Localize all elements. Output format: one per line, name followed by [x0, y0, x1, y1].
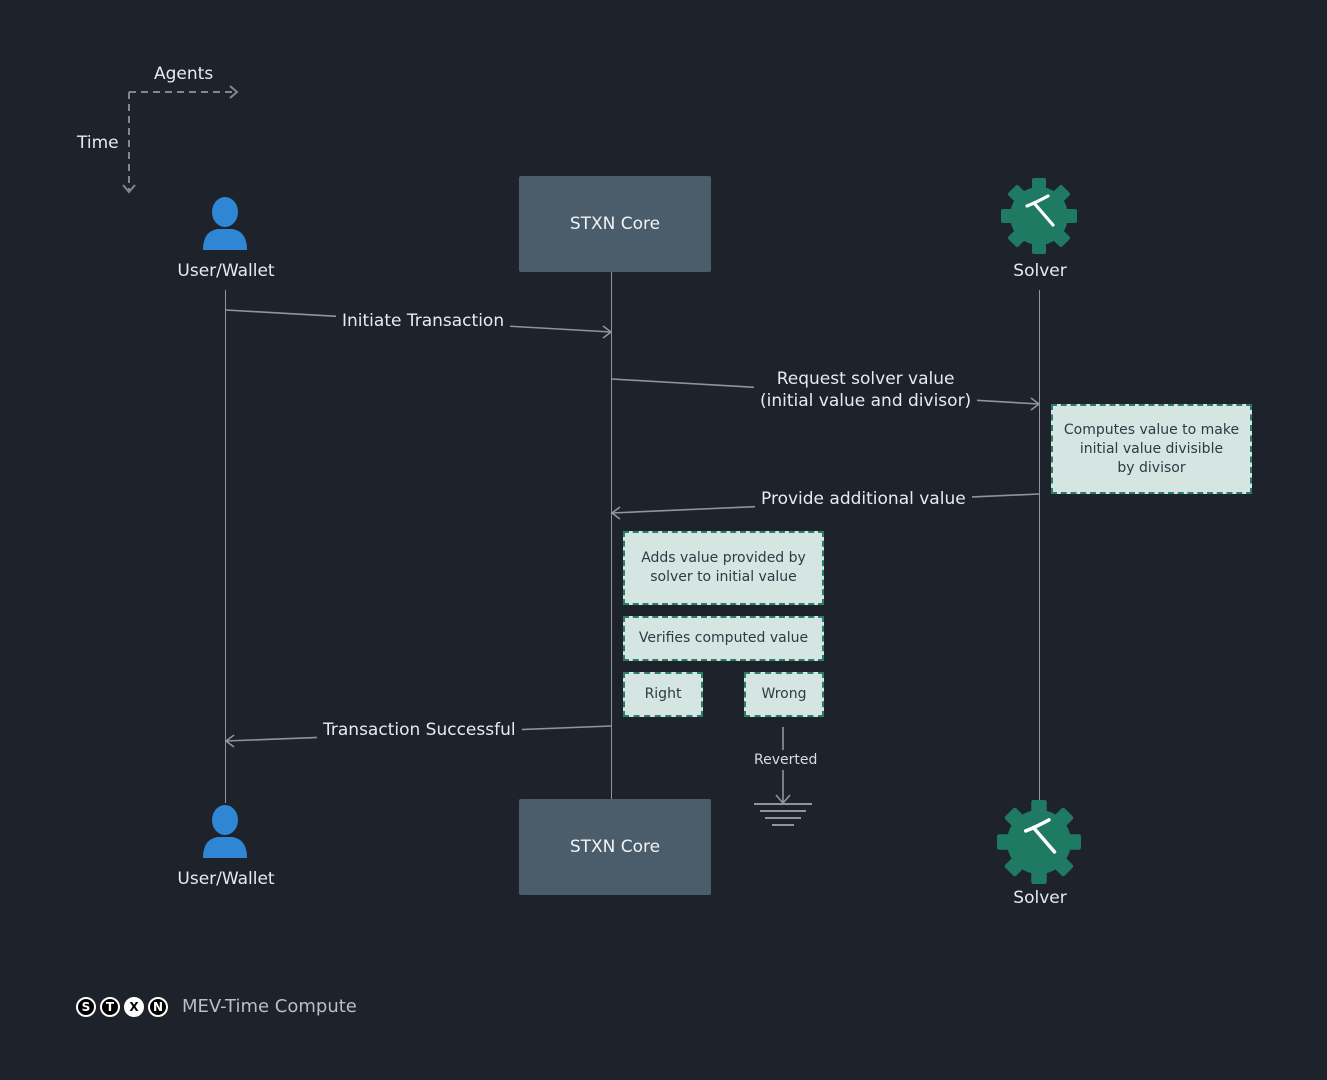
- note-line: by divisor: [1117, 459, 1186, 476]
- reverted-label: Reverted: [754, 750, 818, 770]
- logo-letter-x: X: [124, 996, 144, 1017]
- note-right: Right: [623, 672, 703, 717]
- message-line: (initial value and divisor): [760, 391, 972, 411]
- message-provide-additional-value: Provide additional value: [755, 488, 972, 510]
- axes-indicator: [122, 85, 239, 194]
- note-solver-computes: Computes value to make initial value div…: [1051, 404, 1252, 494]
- solver-actor-label-top: Solver: [1013, 261, 1067, 281]
- person-icon: [203, 197, 247, 250]
- user-actor-label-top: User/Wallet: [177, 261, 275, 281]
- footer-brand: S T X N MEV-Time Compute: [76, 996, 357, 1017]
- message-transaction-successful: Transaction Successful: [317, 719, 522, 741]
- note-wrong: Wrong: [744, 672, 824, 717]
- logo-letter-s: S: [76, 996, 96, 1017]
- note-verifies: Verifies computed value: [623, 616, 824, 661]
- gear-pickaxe-icon: [997, 800, 1081, 884]
- note-core-adds-value: Adds value provided by solver to initial…: [623, 531, 824, 605]
- time-axis-label: Time: [77, 133, 119, 153]
- user-actor-label-bottom: User/Wallet: [177, 869, 275, 889]
- message-request-solver-value: Request solver value (initial value and …: [754, 368, 978, 412]
- core-label: STXN Core: [569, 214, 661, 234]
- message-line: Request solver value: [776, 369, 955, 389]
- message-initiate-transaction: Initiate Transaction: [336, 310, 511, 332]
- logo-letter-t: T: [100, 996, 120, 1017]
- stxn-core-box-top: STXN Core: [519, 176, 711, 272]
- stxn-core-box-bottom: STXN Core: [519, 799, 711, 895]
- note-line: initial value divisible: [1079, 440, 1224, 457]
- ground-icon: [754, 803, 812, 826]
- note-line: Adds value provided by: [641, 550, 806, 566]
- person-icon: [203, 805, 247, 858]
- solver-actor-label-bottom: Solver: [1013, 888, 1067, 908]
- logo-letter-n: N: [148, 996, 168, 1017]
- footer-title: MEV-Time Compute: [182, 996, 357, 1017]
- core-label: STXN Core: [569, 837, 661, 857]
- note-line: solver to initial value: [650, 569, 797, 585]
- gear-pickaxe-icon: [1001, 178, 1077, 254]
- agents-axis-label: Agents: [154, 64, 214, 84]
- note-line: Computes value to make: [1063, 421, 1240, 438]
